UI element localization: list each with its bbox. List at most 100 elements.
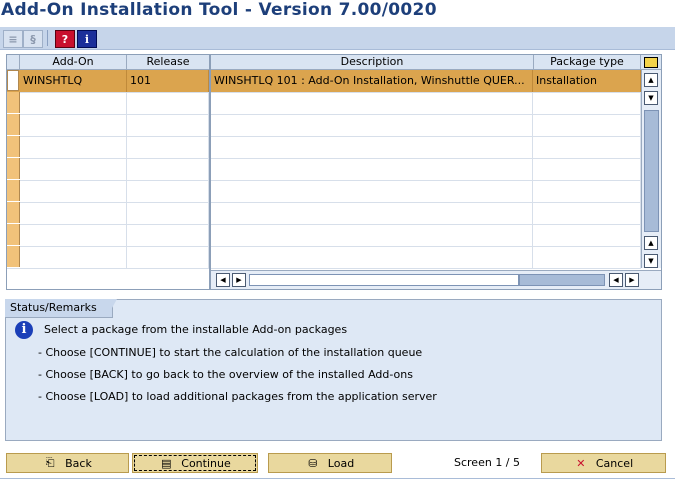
row-selector-header[interactable]: [7, 55, 20, 69]
release-cell[interactable]: 101: [127, 70, 209, 92]
table-row[interactable]: [7, 202, 209, 225]
addon-table-header: Add-On Release: [7, 55, 209, 70]
addon-cell[interactable]: [20, 246, 127, 268]
addon-cell[interactable]: [20, 92, 127, 114]
release-cell[interactable]: [127, 136, 209, 158]
row-selector[interactable]: [7, 246, 20, 267]
table-row[interactable]: [7, 224, 209, 247]
package-type-cell[interactable]: [533, 136, 641, 158]
release-cell[interactable]: [127, 224, 209, 246]
row-selector[interactable]: [7, 114, 20, 135]
table-row[interactable]: [7, 246, 209, 269]
description-table: Description Package type WINSHTLQ 101 : …: [210, 54, 662, 290]
scroll-down-icon[interactable]: ▼: [644, 91, 658, 105]
table-row[interactable]: [211, 224, 641, 247]
execute-icon[interactable]: ≡: [3, 30, 23, 48]
vertical-scrollbar[interactable]: ▲ ▼ ▲ ▼: [641, 70, 661, 268]
row-selector[interactable]: [7, 136, 20, 157]
description-table-header: Description Package type: [211, 55, 661, 70]
package-type-cell[interactable]: [533, 246, 641, 268]
scroll-up-icon[interactable]: ▲: [644, 73, 658, 87]
row-selector[interactable]: [7, 70, 19, 91]
row-selector[interactable]: [7, 224, 20, 245]
horizontal-scroll-track[interactable]: [249, 274, 519, 286]
package-type-cell[interactable]: [533, 92, 641, 114]
row-selector[interactable]: [7, 180, 20, 201]
table-row[interactable]: [7, 136, 209, 159]
scroll-right-icon[interactable]: ▶: [232, 273, 246, 287]
addon-cell[interactable]: [20, 224, 127, 246]
addon-cell[interactable]: [20, 180, 127, 202]
horizontal-scrollbar[interactable]: ◀ ▶ ◀ ▶: [211, 270, 661, 289]
table-row[interactable]: [7, 180, 209, 203]
description-cell[interactable]: [211, 246, 533, 268]
cancel-button[interactable]: ✕ Cancel: [541, 453, 666, 473]
help-icon[interactable]: ?: [55, 30, 75, 48]
table-row[interactable]: WINSHTLQ 101 : Add-On Installation, Wins…: [211, 70, 641, 93]
addon-cell[interactable]: [20, 202, 127, 224]
vertical-scroll-thumb[interactable]: [644, 110, 659, 232]
addon-cell[interactable]: WINSHTLQ: [20, 70, 127, 92]
package-type-cell[interactable]: [533, 114, 641, 136]
column-header-description[interactable]: Description: [211, 55, 534, 69]
addon-cell[interactable]: [20, 136, 127, 158]
table-row[interactable]: [7, 114, 209, 137]
addon-cell[interactable]: [20, 158, 127, 180]
package-type-cell[interactable]: Installation: [533, 70, 641, 92]
window-title: Add-On Installation Tool - Version 7.00/…: [1, 0, 437, 20]
scroll-right-end-icon[interactable]: ▶: [625, 273, 639, 287]
info-icon[interactable]: i: [77, 30, 97, 48]
table-row[interactable]: [211, 246, 641, 269]
package-type-cell[interactable]: [533, 224, 641, 246]
table-row[interactable]: [211, 202, 641, 225]
release-cell[interactable]: [127, 180, 209, 202]
package-type-cell[interactable]: [533, 202, 641, 224]
table-row[interactable]: [211, 92, 641, 115]
release-cell[interactable]: [127, 114, 209, 136]
row-selector[interactable]: [7, 158, 20, 179]
continue-button[interactable]: ▤ Continue: [132, 453, 258, 473]
load-button[interactable]: ⛁ Load: [268, 453, 392, 473]
description-cell[interactable]: [211, 202, 533, 224]
description-cell[interactable]: [211, 224, 533, 246]
package-type-cell[interactable]: [533, 180, 641, 202]
horizontal-scroll-thumb[interactable]: [519, 274, 605, 286]
back-button[interactable]: ⎗ Back: [6, 453, 129, 473]
scroll-page-down-icon[interactable]: ▼: [644, 254, 658, 268]
execute-alt-icon[interactable]: §: [23, 30, 43, 48]
cancel-icon: ✕: [576, 456, 586, 470]
package-type-cell[interactable]: [533, 158, 641, 180]
description-cell[interactable]: [211, 136, 533, 158]
description-cell[interactable]: WINSHTLQ 101 : Add-On Installation, Wins…: [211, 70, 533, 92]
back-icon: ⎗: [45, 456, 55, 469]
table-row[interactable]: [211, 114, 641, 137]
release-cell[interactable]: [127, 92, 209, 114]
column-header-package-type[interactable]: Package type: [534, 55, 641, 69]
description-cell[interactable]: [211, 114, 533, 136]
addon-cell[interactable]: [20, 114, 127, 136]
row-selector[interactable]: [7, 92, 20, 113]
release-cell[interactable]: [127, 202, 209, 224]
column-config-icon[interactable]: [641, 55, 661, 69]
status-line: - Choose [BACK] to go back to the overvi…: [38, 368, 413, 381]
description-cell[interactable]: [211, 158, 533, 180]
table-row[interactable]: [211, 136, 641, 159]
table-row[interactable]: [7, 92, 209, 115]
table-row[interactable]: WINSHTLQ 101: [7, 70, 209, 93]
status-remarks-tab: Status/Remarks: [5, 299, 113, 318]
column-header-addon[interactable]: Add-On: [20, 55, 127, 69]
description-cell[interactable]: [211, 180, 533, 202]
description-cell[interactable]: [211, 92, 533, 114]
status-line: - Choose [LOAD] to load additional packa…: [38, 390, 437, 403]
scroll-left-icon[interactable]: ◀: [216, 273, 230, 287]
table-row[interactable]: [211, 158, 641, 181]
toolbar-separator: [47, 30, 48, 46]
row-selector[interactable]: [7, 202, 20, 223]
column-header-release[interactable]: Release: [127, 55, 209, 69]
scroll-left-end-icon[interactable]: ◀: [609, 273, 623, 287]
release-cell[interactable]: [127, 246, 209, 268]
release-cell[interactable]: [127, 158, 209, 180]
table-row[interactable]: [7, 158, 209, 181]
table-row[interactable]: [211, 180, 641, 203]
scroll-page-up-icon[interactable]: ▲: [644, 236, 658, 250]
